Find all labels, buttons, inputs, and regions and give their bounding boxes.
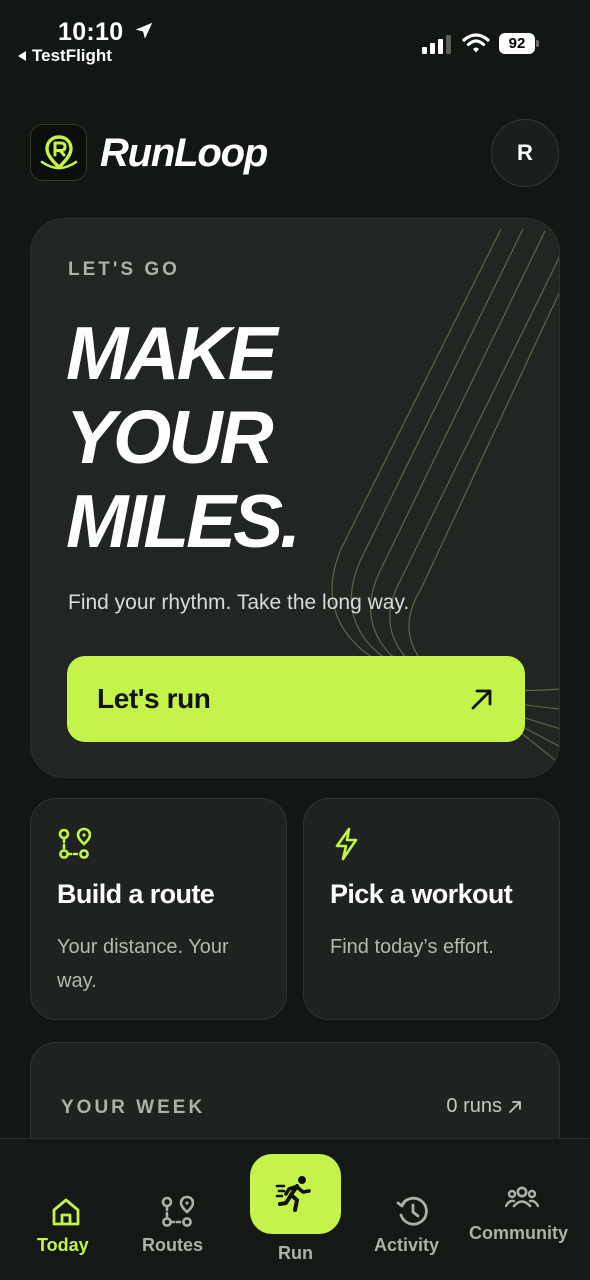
- hero-title-line: MAKE: [66, 311, 278, 395]
- status-bar: 10:10 TestFlight 92: [0, 0, 590, 70]
- home-icon: [52, 1198, 80, 1226]
- back-app-label: TestFlight: [32, 46, 112, 65]
- card-title: Pick a workout: [330, 879, 513, 909]
- week-runs-count: 0 runs: [446, 1095, 502, 1117]
- arrow-up-right-icon: [509, 1100, 521, 1113]
- week-runs-link[interactable]: 0 runs: [446, 1095, 523, 1118]
- status-time: 10:10: [58, 18, 124, 46]
- hero-title-line: MILES.: [66, 479, 301, 563]
- tab-community[interactable]: [469, 1139, 579, 1280]
- tab-activity[interactable]: Activity: [374, 1139, 454, 1280]
- tab-run-label: Run: [278, 1243, 313, 1263]
- runner-icon: [275, 1176, 311, 1212]
- bottom-tab-bar: Today Routes Run Activity Community: [0, 1138, 590, 1280]
- back-to-testflight-link[interactable]: TestFlight: [18, 46, 112, 66]
- tab-community-label: Community: [469, 1223, 568, 1243]
- tab-label: Today: [37, 1235, 89, 1255]
- wifi-icon: [462, 33, 490, 53]
- tab-routes[interactable]: Routes: [142, 1139, 212, 1280]
- arrow-up-right-icon: [471, 689, 492, 710]
- runloop-pin-logo-icon: [30, 124, 87, 181]
- tab-run-button[interactable]: [250, 1154, 341, 1234]
- card-title: Build a route: [57, 879, 215, 909]
- pick-workout-card[interactable]: Pick a workout Find today’s effort.: [303, 798, 560, 1020]
- cta-label: Let's run: [97, 683, 211, 714]
- lets-run-button[interactable]: Let's run: [67, 656, 525, 742]
- hero-title: MAKE YOUR MILES.: [66, 311, 301, 563]
- cellular-signal-icon: [422, 35, 451, 54]
- tab-today[interactable]: Today: [36, 1139, 96, 1280]
- card-subtitle: Your distance. Your way.: [57, 936, 229, 992]
- week-title: YOUR WEEK: [61, 1097, 206, 1118]
- hero-title-line: YOUR: [66, 395, 274, 479]
- card-subtitle: Find today’s effort.: [330, 936, 494, 958]
- lightning-bolt-icon: [335, 827, 358, 861]
- hero-card: LET'S GO MAKE YOUR MILES. Find your rhyt…: [30, 218, 560, 778]
- brand-name: RunLoop: [100, 131, 268, 175]
- tab-label: Activity: [374, 1235, 440, 1255]
- battery-indicator: 92: [499, 33, 539, 54]
- profile-avatar-button[interactable]: R: [491, 119, 559, 187]
- battery-nub: [536, 40, 539, 47]
- build-route-card[interactable]: Build a route Your distance. Your way.: [30, 798, 287, 1020]
- route-pins-icon: [161, 1195, 194, 1227]
- route-pins-icon: [58, 827, 91, 859]
- hero-subtitle: Find your rhythm. Take the long way.: [68, 591, 410, 614]
- location-arrow-icon: [135, 22, 153, 39]
- app-header: RunLoop R: [30, 118, 560, 188]
- tab-label: Routes: [142, 1235, 204, 1255]
- back-triangle-icon: [18, 51, 26, 61]
- history-clock-icon: [396, 1196, 428, 1226]
- battery-level: 92: [499, 33, 535, 54]
- hero-eyebrow: LET'S GO: [68, 259, 180, 280]
- group-icon: [505, 1186, 539, 1208]
